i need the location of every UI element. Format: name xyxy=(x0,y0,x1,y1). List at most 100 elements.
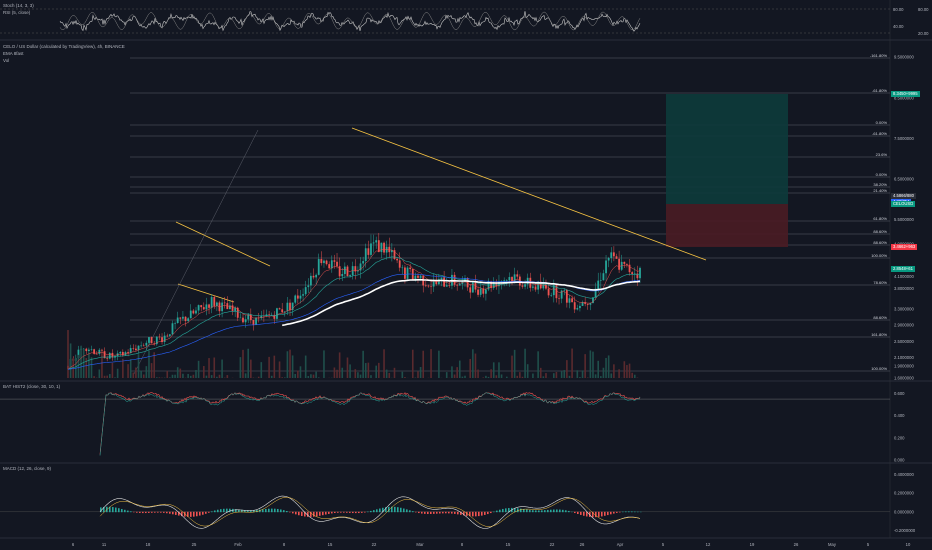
ema-8-line xyxy=(67,249,641,370)
volume-bar xyxy=(385,369,388,378)
volume-bar xyxy=(169,377,171,378)
volume-bar xyxy=(216,376,218,378)
candle-body xyxy=(396,258,398,261)
fib-label: -161.80% xyxy=(870,53,888,58)
candle-body xyxy=(639,267,641,279)
volume-bar xyxy=(623,361,626,378)
volume-bar xyxy=(304,355,307,378)
time-axis-label: 5 xyxy=(662,542,665,547)
volume-bar xyxy=(297,370,299,378)
volume-bar xyxy=(273,355,276,378)
fib-label: 78.60% xyxy=(873,280,887,285)
candle-body xyxy=(299,295,302,299)
macd-histogram-bar xyxy=(505,508,507,513)
macd-histogram-bar xyxy=(175,511,177,515)
macd-histogram-bar xyxy=(379,508,381,513)
candle-body xyxy=(310,275,312,286)
volume-bar xyxy=(179,368,182,378)
volume-bar xyxy=(103,375,106,378)
volume-bar xyxy=(477,369,479,378)
macd-histogram-bar xyxy=(484,511,486,515)
macd-histogram-bar xyxy=(616,511,618,513)
macd-histogram-bar xyxy=(553,509,555,513)
candle-body xyxy=(95,353,98,355)
volume-bar xyxy=(571,348,573,378)
volume-bar xyxy=(563,370,566,378)
volume-bar xyxy=(226,375,229,378)
macd-histogram-bar xyxy=(475,511,477,517)
time-axis-label: 26 xyxy=(794,542,799,547)
macd-histogram-bar xyxy=(454,511,456,514)
macd-histogram-bar xyxy=(355,511,357,514)
volume-bar xyxy=(367,362,370,378)
fib-label: 0.00% xyxy=(876,120,888,125)
macd-histogram-bar xyxy=(265,508,267,513)
volume-bar xyxy=(631,372,633,378)
macd-histogram-bar xyxy=(271,508,273,513)
volume-bar xyxy=(244,373,247,378)
price-tick: 2.5000000 xyxy=(894,339,914,344)
candle-body xyxy=(163,335,166,343)
candle-body xyxy=(338,266,341,277)
volume-bar xyxy=(545,373,547,378)
volume-bar xyxy=(153,352,155,378)
volume-bar xyxy=(511,355,513,378)
candle-body xyxy=(440,277,443,280)
macd-histogram-bar xyxy=(538,510,540,513)
volume-bar xyxy=(93,376,95,378)
price-tag: 2.8548+61 xyxy=(891,266,915,272)
candle-body xyxy=(599,280,602,281)
macd-histogram-bar xyxy=(121,508,123,513)
volume-bar xyxy=(505,376,508,378)
time-axis-label: 5 xyxy=(867,542,870,547)
candle-body xyxy=(210,297,213,308)
fib-label: 100.00% xyxy=(871,366,887,371)
price-tick: 1.9000000 xyxy=(894,363,914,368)
candle-body xyxy=(417,275,419,278)
volume-bar xyxy=(602,367,605,378)
volume-bar xyxy=(419,367,422,378)
volume-bar xyxy=(469,358,472,378)
macd-histogram-bar xyxy=(418,511,420,514)
fib-label: 23.6% xyxy=(876,152,888,157)
volume-bar xyxy=(498,362,500,378)
candle-body xyxy=(618,258,621,270)
macd-histogram-bar xyxy=(622,511,624,513)
time-axis-label: 26 xyxy=(580,542,585,547)
volume-bar xyxy=(281,377,283,378)
macd-histogram-bar xyxy=(523,509,525,513)
macd-histogram-bar xyxy=(439,511,441,514)
volume-bar xyxy=(487,376,490,378)
candle-body xyxy=(469,287,472,293)
time-axis-label: 19 xyxy=(750,542,755,547)
macd-histogram-bar xyxy=(334,511,336,514)
ema-slow-white-line xyxy=(282,278,641,327)
chart-canvas[interactable]: 80.0040.0080.0020.009.50000008.50000007.… xyxy=(0,0,932,550)
volume-bar xyxy=(485,375,487,378)
volume-bar xyxy=(80,346,82,378)
trendline-small-1 xyxy=(175,221,271,267)
volume-bar xyxy=(171,374,174,378)
candle-body xyxy=(503,280,506,282)
macd-histogram-bar xyxy=(292,511,294,514)
volume-bar xyxy=(69,343,72,378)
macd-histogram-bar xyxy=(301,511,303,516)
macd-histogram-bar xyxy=(499,509,501,513)
macd-histogram-bar xyxy=(313,511,315,517)
macd-tick: 0.2000000 xyxy=(894,491,914,496)
time-axis-label: Feb xyxy=(234,542,242,547)
candle-body xyxy=(255,317,257,326)
macd-histogram-bar xyxy=(289,511,291,513)
volume-bar xyxy=(495,375,498,378)
macd-histogram-bar xyxy=(172,511,174,515)
macd-histogram-bar xyxy=(193,511,195,517)
stoch-k-line xyxy=(59,11,641,32)
macd-histogram-bar xyxy=(442,511,444,514)
time-axis-label: 18 xyxy=(146,542,151,547)
macd-histogram-bar xyxy=(322,511,324,516)
price-tick: 4.1000000 xyxy=(894,274,914,279)
top-tick-1: 80.00 xyxy=(893,7,904,12)
candle-body xyxy=(317,259,320,275)
volume-bar xyxy=(182,373,184,378)
volume-bar xyxy=(516,375,519,378)
